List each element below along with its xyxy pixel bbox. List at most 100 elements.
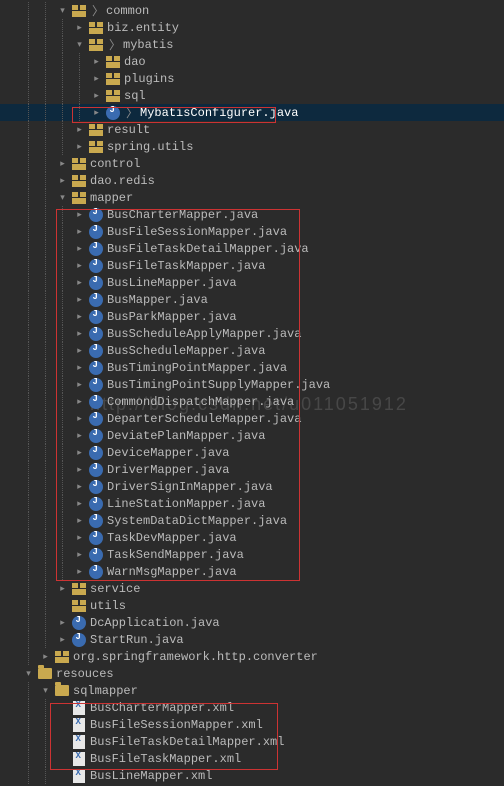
- tree-row[interactable]: BusFileSessionMapper.xml: [0, 716, 504, 733]
- tree-row[interactable]: ▸DriverMapper.java: [0, 461, 504, 478]
- tree-node-label: BusFileSessionMapper.xml: [90, 718, 263, 732]
- tree-row[interactable]: ▸ BusFileTaskDetailMapper.java: [0, 240, 504, 257]
- expand-arrow-right-icon[interactable]: ▸: [75, 533, 85, 543]
- expand-arrow-right-icon[interactable]: ▸: [75, 23, 85, 33]
- expand-arrow-right-icon[interactable]: ▸: [75, 482, 85, 492]
- tree-row[interactable]: ▾mapper: [0, 189, 504, 206]
- expand-arrow-right-icon[interactable]: ▸: [75, 550, 85, 560]
- expand-arrow-right-icon[interactable]: ▸: [75, 329, 85, 339]
- expand-arrow-right-icon[interactable]: ▸: [58, 159, 68, 169]
- expand-arrow-right-icon[interactable]: ▸: [75, 397, 85, 407]
- expand-arrow-right-icon[interactable]: ▸: [75, 516, 85, 526]
- expand-arrow-down-icon[interactable]: ▾: [75, 40, 85, 50]
- expand-arrow-right-icon[interactable]: ▸: [75, 414, 85, 424]
- expand-arrow-right-icon[interactable]: ▸: [92, 91, 102, 101]
- expand-arrow-right-icon[interactable]: ▸: [75, 278, 85, 288]
- expand-arrow-right-icon[interactable]: ▸: [75, 465, 85, 475]
- tree-row[interactable]: BusFileTaskMapper.xml: [0, 750, 504, 767]
- expand-arrow-right-icon[interactable]: ▸: [75, 210, 85, 220]
- tree-row[interactable]: ▸ org.springframework.http.converter: [0, 648, 504, 665]
- expand-arrow-right-icon[interactable]: ▸: [75, 142, 85, 152]
- tree-row[interactable]: ▸dao: [0, 53, 504, 70]
- tree-row[interactable]: ▸biz.entity: [0, 19, 504, 36]
- expand-arrow-right-icon[interactable]: ▸: [92, 57, 102, 67]
- expand-arrow-right-icon[interactable]: ▸: [58, 618, 68, 628]
- tree-row[interactable]: ▸CommondDispatchMapper.java: [0, 393, 504, 410]
- tree-row[interactable]: ▸dao.redis: [0, 172, 504, 189]
- tree-row[interactable]: ▸DeviatePlanMapper.java: [0, 427, 504, 444]
- expand-arrow-down-icon[interactable]: ▾: [41, 686, 51, 696]
- expand-arrow-down-icon[interactable]: ▾: [58, 193, 68, 203]
- tree-row[interactable]: ▸ BusLineMapper.java: [0, 274, 504, 291]
- expand-arrow-right-icon[interactable]: ▸: [92, 108, 102, 118]
- expand-arrow-right-icon[interactable]: ▸: [75, 295, 85, 305]
- expand-arrow-down-icon[interactable]: ▾: [24, 669, 34, 679]
- tree-row[interactable]: ▸LineStationMapper.java: [0, 495, 504, 512]
- expand-arrow-down-icon[interactable]: ▾: [58, 6, 68, 16]
- tree-row[interactable]: ▾sqlmapper: [0, 682, 504, 699]
- expand-arrow-right-icon[interactable]: ▸: [75, 227, 85, 237]
- tree-node-label: BusLineMapper.java: [107, 276, 237, 290]
- tree-row[interactable]: ▸DeparterScheduleMapper.java: [0, 410, 504, 427]
- tree-row[interactable]: ▾resouces: [0, 665, 504, 682]
- tree-row[interactable]: ▸DeviceMapper.java: [0, 444, 504, 461]
- java-class-icon: [71, 615, 87, 631]
- tree-row[interactable]: ▸DriverSignInMapper.java: [0, 478, 504, 495]
- expand-arrow-right-icon[interactable]: ▸: [75, 125, 85, 135]
- tree-node-label: org.springframework.http.converter: [73, 650, 318, 664]
- tree-row[interactable]: BusLineMapper.xml: [0, 767, 504, 784]
- expand-arrow-right-icon[interactable]: ▸: [92, 74, 102, 84]
- tree-row[interactable]: ▸sql: [0, 87, 504, 104]
- tree-row[interactable]: ▸BusFileTaskMapper.java: [0, 257, 504, 274]
- tree-row[interactable]: ▸result: [0, 121, 504, 138]
- expand-arrow-right-icon[interactable]: ▸: [75, 499, 85, 509]
- tree-row[interactable]: ▸〉MybatisConfigurer.java: [0, 104, 504, 121]
- expand-arrow-right-icon[interactable]: ▸: [75, 380, 85, 390]
- java-class-icon: [88, 326, 104, 342]
- tree-row[interactable]: ▸BusFileSessionMapper.java: [0, 223, 504, 240]
- tree-row[interactable]: ▾〉common: [0, 2, 504, 19]
- tree-row[interactable]: BusFileTaskDetailMapper.xml: [0, 733, 504, 750]
- expand-arrow-right-icon[interactable]: ▸: [41, 652, 51, 662]
- expand-arrow-right-icon[interactable]: ▸: [75, 261, 85, 271]
- tree-row[interactable]: ▸BusCharterMapper.java: [0, 206, 504, 223]
- xml-file-icon: [71, 717, 87, 733]
- expand-arrow-right-icon[interactable]: ▸: [75, 244, 85, 254]
- tree-row[interactable]: ▸BusTimingPointMapper.java: [0, 359, 504, 376]
- expand-arrow-right-icon[interactable]: ▸: [58, 584, 68, 594]
- tree-row[interactable]: ▸DcApplication.java: [0, 614, 504, 631]
- java-class-icon: [88, 445, 104, 461]
- tree-row[interactable]: utils: [0, 597, 504, 614]
- tree-row[interactable]: ▸BusParkMapper.java: [0, 308, 504, 325]
- tree-row[interactable]: ▸BusScheduleMapper.java: [0, 342, 504, 359]
- package-icon: [88, 139, 104, 155]
- expand-arrow-right-icon[interactable]: ▸: [75, 567, 85, 577]
- tree-row[interactable]: ▾〉mybatis: [0, 36, 504, 53]
- tree-row[interactable]: ▸BusMapper.java: [0, 291, 504, 308]
- expand-arrow-right-icon[interactable]: ▸: [75, 363, 85, 373]
- expand-arrow-right-icon[interactable]: ▸: [75, 431, 85, 441]
- tree-node-label: BusTimingPointSupplyMapper.java: [107, 378, 330, 392]
- breadcrumb-separator-icon: 〉: [92, 2, 104, 19]
- tree-row[interactable]: ▸TaskDevMapper.java: [0, 529, 504, 546]
- expand-arrow-right-icon[interactable]: ▸: [58, 176, 68, 186]
- tree-row[interactable]: ▸service: [0, 580, 504, 597]
- expand-arrow-right-icon[interactable]: ▸: [58, 635, 68, 645]
- tree-row[interactable]: ▸SystemDataDictMapper.java: [0, 512, 504, 529]
- tree-row[interactable]: ▸StartRun.java: [0, 631, 504, 648]
- tree-row[interactable]: ▸ BusTimingPointSupplyMapper.java: [0, 376, 504, 393]
- tree-row[interactable]: ▸plugins: [0, 70, 504, 87]
- tree-node-label: BusFileTaskDetailMapper.java: [107, 242, 309, 256]
- tree-row[interactable]: ▸WarnMsgMapper.java: [0, 563, 504, 580]
- expand-arrow-right-icon[interactable]: ▸: [75, 448, 85, 458]
- expand-arrow-right-icon[interactable]: ▸: [75, 346, 85, 356]
- tree-row[interactable]: ▸TaskSendMapper.java: [0, 546, 504, 563]
- expand-arrow-right-icon[interactable]: ▸: [75, 312, 85, 322]
- tree-row[interactable]: ▸BusScheduleApplyMapper.java: [0, 325, 504, 342]
- java-class-icon: [88, 207, 104, 223]
- tree-row[interactable]: ▸control: [0, 155, 504, 172]
- tree-row[interactable]: BusCharterMapper.xml: [0, 699, 504, 716]
- java-class-icon: [88, 360, 104, 376]
- java-class-icon: [88, 479, 104, 495]
- tree-row[interactable]: ▸spring.utils: [0, 138, 504, 155]
